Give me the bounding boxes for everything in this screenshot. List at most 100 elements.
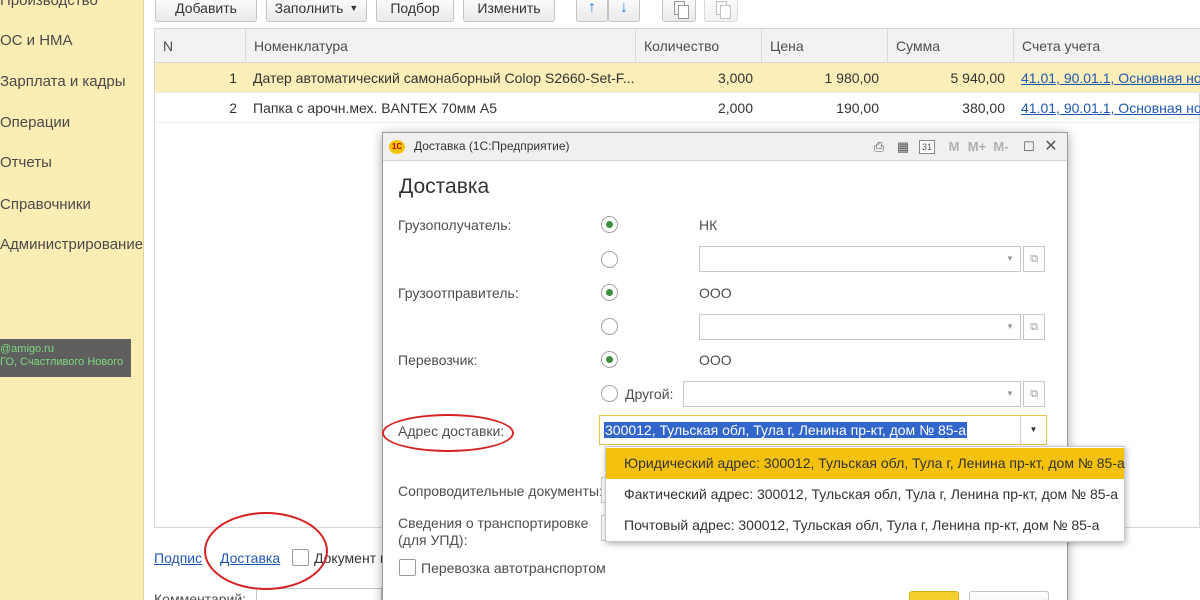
- carrier-radio-option-1[interactable]: [601, 351, 618, 368]
- chevron-down-icon: ▼: [1006, 322, 1014, 331]
- shipper-option-1-text: ООО: [699, 285, 732, 301]
- document-label: Документ г: [314, 550, 386, 566]
- memory-m-plus-button[interactable]: M+: [967, 138, 987, 155]
- memory-m-minus-button[interactable]: M-: [991, 138, 1011, 155]
- 1c-logo-icon: 1С: [389, 140, 405, 154]
- shipper-radio-option-1[interactable]: [601, 284, 618, 301]
- transport-info-label-line-2: (для УПД):: [398, 532, 468, 548]
- sidebar-item-administration[interactable]: Администрирование: [0, 236, 143, 253]
- edit-button[interactable]: Изменить: [463, 0, 555, 22]
- sidebar-item-references[interactable]: Справочники: [0, 196, 91, 213]
- caret-down-icon: ▼: [349, 3, 359, 13]
- calendar-icon[interactable]: 31: [919, 140, 935, 154]
- delivery-address-label: Адрес доставки:: [398, 423, 505, 439]
- move-up-button[interactable]: ↑: [576, 0, 608, 22]
- address-option-postal[interactable]: Почтовый адрес: 300012, Тульская обл, Ту…: [606, 510, 1124, 541]
- accompanying-docs-label: Сопроводительные документы:: [398, 483, 603, 499]
- maximize-icon[interactable]: ☐: [1021, 138, 1037, 155]
- paste-button[interactable]: [704, 0, 738, 22]
- comment-input[interactable]: [256, 588, 382, 600]
- promo-line-1: @amigo.ru: [0, 343, 54, 355]
- column-header-n[interactable]: N: [155, 29, 245, 63]
- sidebar-item-fixed-assets[interactable]: ОС и НМА: [0, 32, 73, 49]
- sidebar-item-operations[interactable]: Операции: [0, 114, 70, 131]
- cell-quantity: 2,000: [717, 100, 753, 116]
- cell-n: 1: [229, 70, 237, 86]
- table-row[interactable]: 1 Датер автоматический самонаборный Colo…: [155, 63, 1200, 93]
- carrier-option-1-text: ООО: [699, 352, 732, 368]
- cell-sum: 5 940,00: [950, 70, 1006, 86]
- dialog-titlebar[interactable]: 1С Доставка (1С:Предприятие) ⎙ ▦ 31 M M+…: [383, 133, 1067, 161]
- column-header-accounts[interactable]: Счета учета: [1013, 29, 1200, 63]
- carrier-radio-other[interactable]: [601, 385, 618, 402]
- chevron-down-icon: ▼: [1006, 389, 1014, 398]
- table-header: N Номенклатура Количество Цена Сумма Сче…: [155, 29, 1200, 63]
- auto-transport-checkbox[interactable]: [399, 559, 416, 576]
- sign-link[interactable]: Подпис: [154, 550, 202, 566]
- carrier-other-combo[interactable]: ▼: [683, 381, 1021, 407]
- chevron-down-icon[interactable]: ▼: [1020, 416, 1046, 444]
- auto-transport-label: Перевозка автотранспортом: [421, 560, 606, 576]
- arrow-down-icon: ↓: [620, 0, 628, 16]
- memory-m-button[interactable]: M: [947, 138, 961, 155]
- close-icon[interactable]: ✕: [1043, 138, 1059, 155]
- consignee-other-combo[interactable]: ▼: [699, 246, 1021, 272]
- transport-info-label-line-1: Сведения о транспортировке: [398, 515, 589, 531]
- chevron-down-icon: ▼: [1006, 254, 1014, 263]
- shipper-label: Грузоотправитель:: [398, 285, 519, 301]
- carrier-open-button[interactable]: ⧉: [1023, 381, 1045, 407]
- fill-button-label: Заполнить: [274, 0, 344, 16]
- printer-icon[interactable]: ⎙: [871, 138, 887, 155]
- sidebar: Производство ОС и НМА Зарплата и кадры О…: [0, 0, 144, 600]
- document-checkbox[interactable]: [292, 549, 309, 566]
- close-button[interactable]: [969, 591, 1049, 600]
- move-down-button[interactable]: ↓: [608, 0, 640, 22]
- dialog-window-title: Доставка (1С:Предприятие): [414, 139, 570, 153]
- address-option-actual[interactable]: Фактический адрес: 300012, Тульская обл,…: [606, 479, 1124, 510]
- delivery-address-field[interactable]: 300012, Тульская обл, Тула г, Ленина пр-…: [599, 415, 1047, 445]
- promo-banner: @amigo.ru ГО, Счастливого Нового: [0, 339, 131, 377]
- comment-label: Комментарий:: [154, 591, 247, 600]
- column-header-price[interactable]: Цена: [761, 29, 887, 63]
- sidebar-item-reports[interactable]: Отчеты: [0, 154, 52, 171]
- column-header-quantity[interactable]: Количество: [635, 29, 761, 63]
- cell-nomenclature: Датер автоматический самонаборный Colop …: [253, 70, 635, 86]
- open-icon: ⧉: [1030, 253, 1038, 265]
- sidebar-item-salary[interactable]: Зарплата и кадры: [0, 73, 126, 90]
- consignee-option-1-text: НК: [699, 217, 718, 233]
- shipper-radio-option-2[interactable]: [601, 318, 618, 335]
- address-option-legal[interactable]: Юридический адрес: 300012, Тульская обл,…: [606, 448, 1125, 479]
- consignee-open-button[interactable]: ⧉: [1023, 246, 1045, 272]
- promo-line-2: ГО, Счастливого Нового: [0, 356, 124, 368]
- shipper-other-combo[interactable]: ▼: [699, 314, 1021, 340]
- cell-price: 190,00: [836, 100, 879, 116]
- column-header-nomenclature[interactable]: Номенклатура: [245, 29, 635, 63]
- ok-button[interactable]: [909, 591, 959, 600]
- delivery-link[interactable]: Доставка: [220, 550, 280, 566]
- add-button-label: Добавить: [175, 0, 237, 16]
- copy-button[interactable]: [662, 0, 696, 22]
- fill-button[interactable]: Заполнить ▼: [266, 0, 367, 22]
- calculator-icon[interactable]: ▦: [895, 138, 911, 155]
- cell-price: 1 980,00: [824, 70, 880, 86]
- add-button[interactable]: Добавить: [155, 0, 257, 22]
- column-header-sum[interactable]: Сумма: [887, 29, 1013, 63]
- consignee-label: Грузополучатель:: [398, 217, 512, 233]
- dialog-heading: Доставка: [399, 175, 490, 198]
- carrier-label: Перевозчик:: [398, 352, 478, 368]
- copy-icon: [673, 1, 689, 19]
- pick-button[interactable]: Подбор: [376, 0, 454, 22]
- cell-quantity: 3,000: [717, 70, 753, 86]
- cell-sum: 380,00: [962, 100, 1005, 116]
- paste-icon: [715, 1, 731, 19]
- shipper-open-button[interactable]: ⧉: [1023, 314, 1045, 340]
- cell-accounts-link[interactable]: 41.01, 90.01.1, Основная ном: [1013, 63, 1200, 93]
- cell-nomenclature: Папка с арочн.мех. BANTEX 70мм А5: [253, 100, 498, 116]
- open-icon: ⧉: [1030, 321, 1038, 333]
- sidebar-item-production[interactable]: Производство: [0, 0, 98, 9]
- cell-accounts-link[interactable]: 41.01, 90.01.1, Основная ном: [1013, 93, 1200, 123]
- table-row[interactable]: 2 Папка с арочн.мех. BANTEX 70мм А5 2,00…: [155, 93, 1200, 123]
- arrow-up-icon: ↑: [588, 0, 596, 16]
- consignee-radio-option-1[interactable]: [601, 216, 618, 233]
- consignee-radio-option-2[interactable]: [601, 251, 618, 268]
